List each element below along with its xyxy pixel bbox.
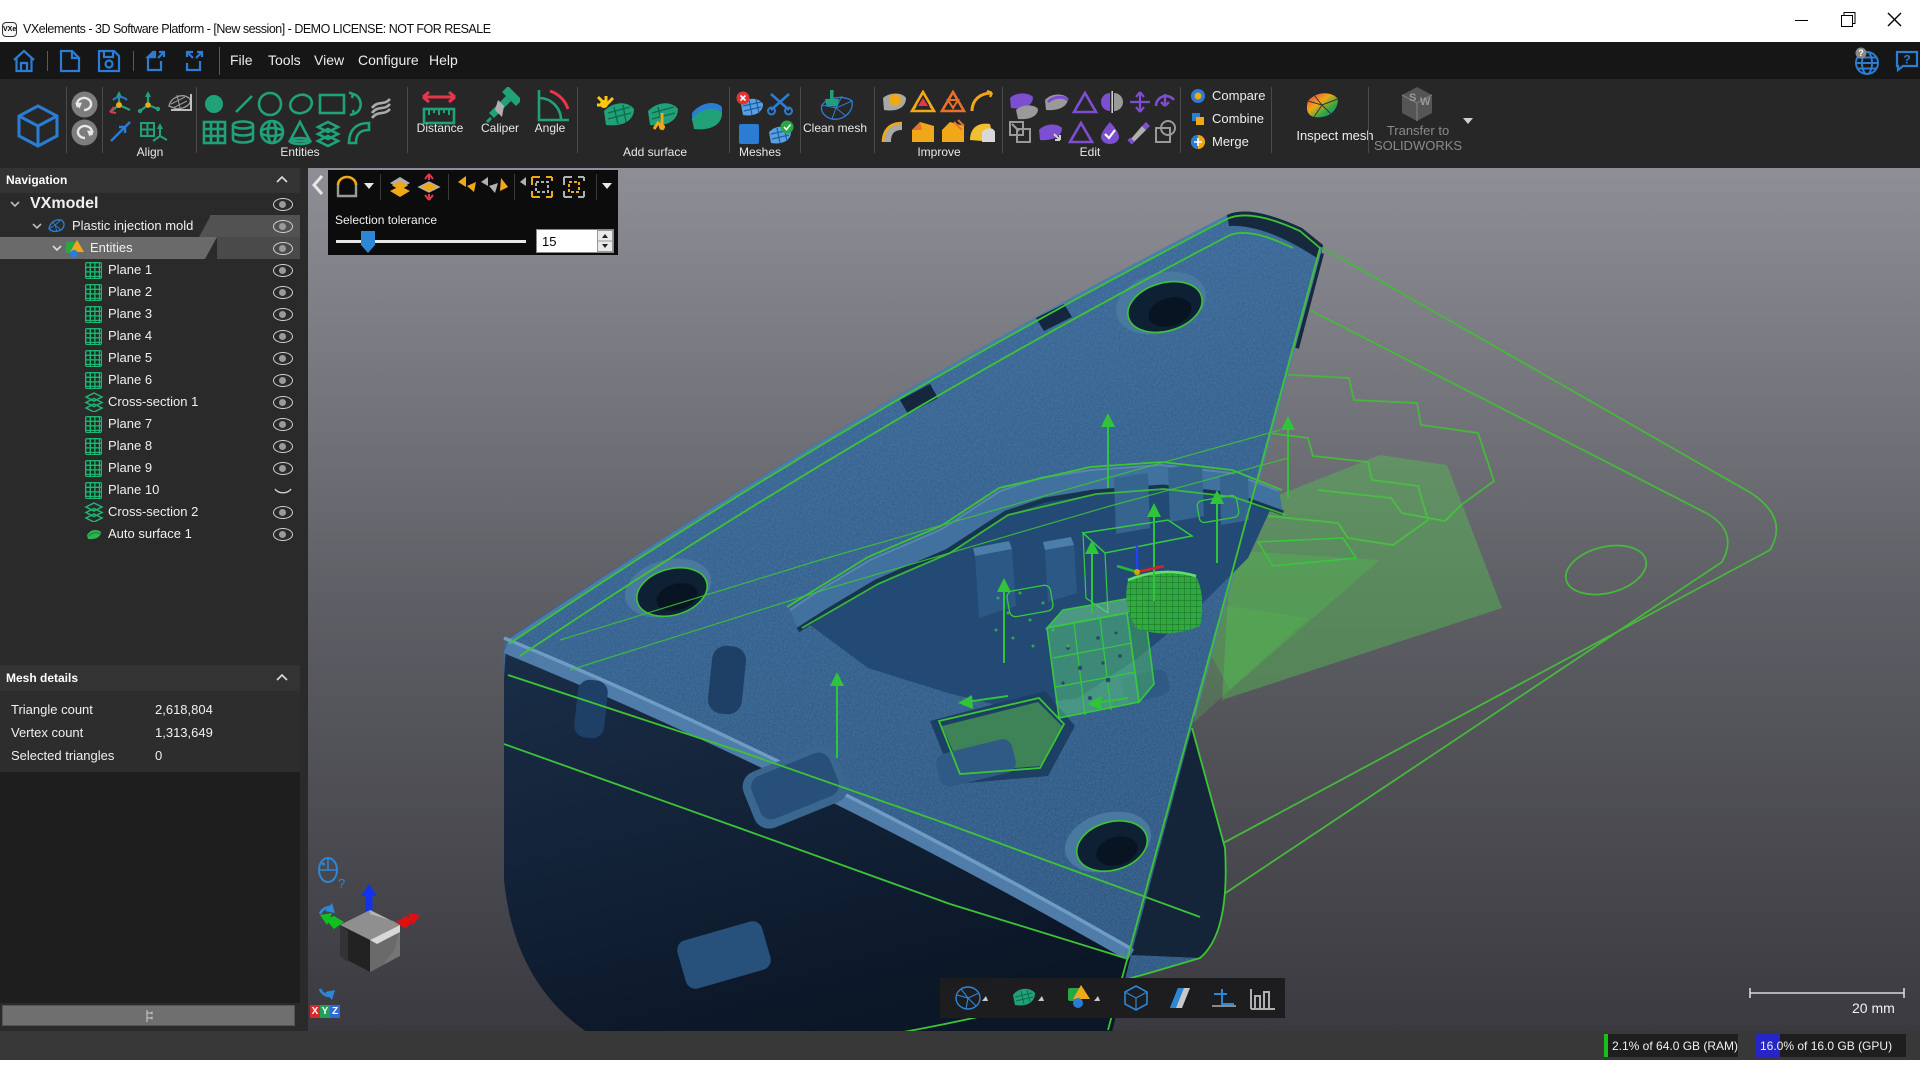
svg-text:?: ? [1903, 53, 1910, 67]
svg-text:?: ? [1858, 48, 1864, 58]
svg-text:W: W [1420, 96, 1431, 108]
svg-text:S: S [1409, 92, 1416, 104]
